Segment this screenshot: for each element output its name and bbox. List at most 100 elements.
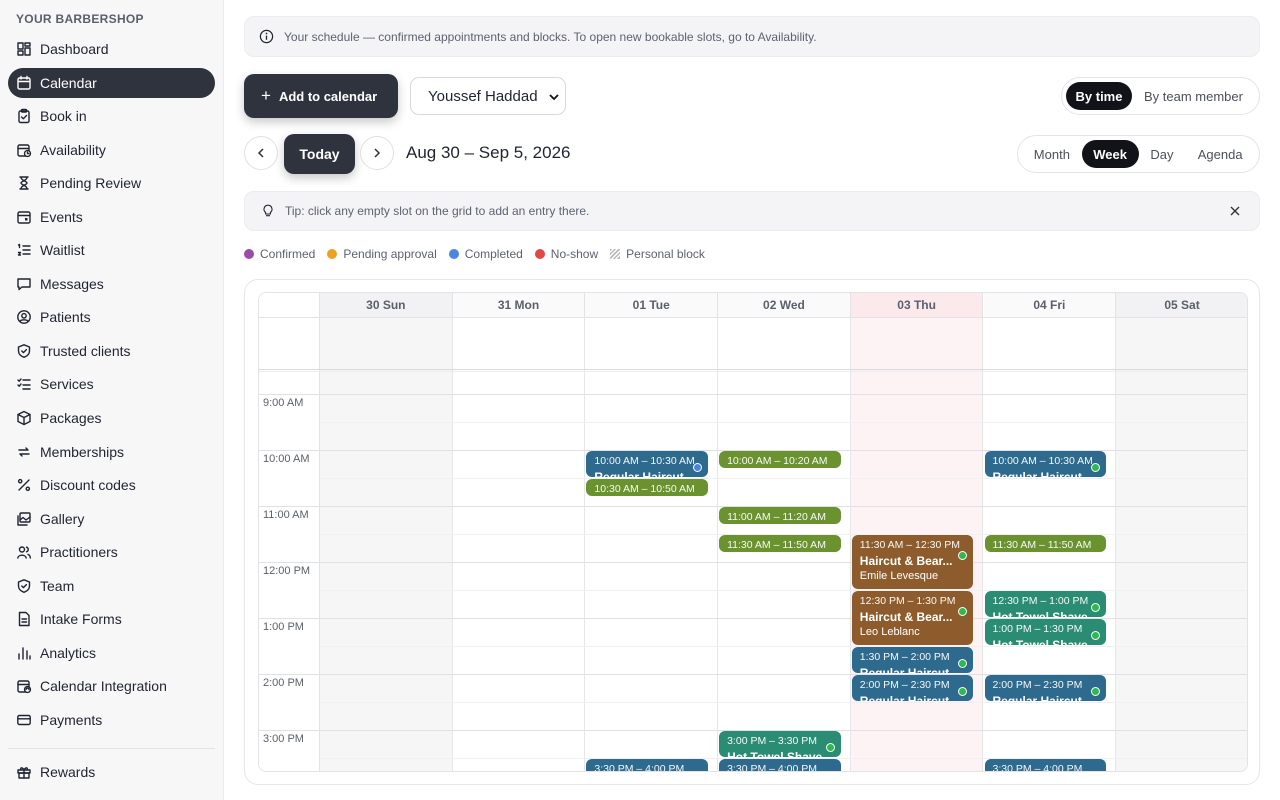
appointment-block[interactable]: 3:30 PM – 4:00 PM <box>719 759 841 771</box>
tab-month[interactable]: Month <box>1022 140 1082 168</box>
appointment-service: Hot Towel Shave <box>992 610 1088 617</box>
sidebar-item-team[interactable]: Team <box>8 571 215 601</box>
time-label: 10:00 AM <box>263 453 310 465</box>
calendar-event-icon <box>17 211 31 224</box>
day-column[interactable] <box>452 293 586 771</box>
appointment-time: 11:30 AM – 11:50 AM <box>727 539 826 551</box>
sidebar-item-label: Analytics <box>40 644 97 661</box>
appointment-block[interactable]: 12:30 PM – 1:30 PM Haircut & Bear... Leo L… <box>851 591 974 645</box>
sidebar-item-packages[interactable]: Packages <box>8 403 215 433</box>
sidebar-item-events[interactable]: Events <box>8 202 215 232</box>
tab-week[interactable]: Week <box>1081 140 1139 168</box>
sidebar-item-discount-codes[interactable]: Discount codes <box>8 470 215 500</box>
sidebar-item-book-in[interactable]: Book in <box>8 101 215 131</box>
sidebar-item-patients[interactable]: Patients <box>8 302 215 332</box>
sidebar-item-services[interactable]: Services <box>8 369 215 399</box>
day-column[interactable] <box>320 293 453 771</box>
sidebar-item-calendar-integration[interactable]: Calendar Integration <box>8 671 215 701</box>
checklist-icon <box>17 378 31 391</box>
appointment-time: 12:30 PM – 1:00 PM <box>992 595 1089 607</box>
day-column[interactable] <box>718 293 851 771</box>
appointment-block[interactable]: 2:00 PM – 2:30 PM Regular Haircut <box>851 675 974 701</box>
appointment-time: 3:30 PM – 4:00 PM <box>594 763 685 772</box>
day-header: 03 Thu <box>850 293 984 317</box>
sidebar-item-dashboard[interactable]: Dashboard <box>8 34 215 64</box>
grid-line <box>259 562 1247 563</box>
sidebar-item-label: Events <box>40 208 83 225</box>
time-label: 1:00 PM <box>263 621 304 633</box>
appointment-block[interactable]: 10:00 AM – 10:30 AM Regular Haircut <box>586 451 709 477</box>
appointment-block[interactable]: 11:30 AM – 12:30 PM Haircut & Bear... Emil… <box>851 535 974 589</box>
tip-text: Tip: click any empty slot on the grid to… <box>285 204 590 218</box>
sidebar-item-label: Dashboard <box>40 41 109 57</box>
day-column[interactable] <box>1116 293 1247 771</box>
team-member-select[interactable]: Youssef Haddad <box>410 77 566 115</box>
appointment-block[interactable]: 10:00 AM – 10:20 AM <box>719 451 841 468</box>
time-gutter <box>259 293 320 771</box>
sidebar-item-waitlist[interactable]: Waitlist <box>8 235 215 265</box>
appointment-block[interactable]: 3:30 PM – 4:00 PM <box>984 759 1107 771</box>
day-header: 30 Sun <box>320 293 453 317</box>
appointment-block[interactable]: 11:00 AM – 11:20 AM <box>719 507 841 524</box>
tab-by-team-member[interactable]: By team member <box>1132 82 1255 110</box>
sidebar-item-messages[interactable]: Messages <box>8 269 215 299</box>
appointment-block[interactable]: 3:30 PM – 4:00 PM <box>586 759 709 772</box>
appointment-block[interactable]: 1:00 PM – 1:30 PM Hot Towel Shave <box>984 619 1107 645</box>
close-icon[interactable] <box>1228 204 1242 218</box>
legend-dot <box>327 249 338 259</box>
add-to-calendar-button[interactable]: + Add to calendar <box>244 74 398 118</box>
sidebar-item-practitioners[interactable]: Practitioners <box>8 537 215 567</box>
appointment-time: 2:00 PM – 2:30 PM <box>859 679 950 691</box>
status-dot <box>693 463 703 472</box>
appointment-block[interactable]: 11:30 AM – 11:50 AM <box>984 535 1107 552</box>
appointment-service: Regular Haircut <box>992 694 1082 701</box>
tip-banner: Tip: click any empty slot on the grid to… <box>244 191 1260 231</box>
sidebar-item-label: Packages <box>40 410 102 427</box>
sidebar-item-memberships[interactable]: Memberships <box>8 437 215 467</box>
appointment-block[interactable]: 10:00 AM – 10:30 AM Regular Haircut <box>984 451 1107 477</box>
user-circle-icon <box>17 310 31 325</box>
sidebar-item-label: Patients <box>40 309 91 326</box>
tab-day[interactable]: Day <box>1139 140 1186 168</box>
today-button[interactable]: Today <box>284 134 355 174</box>
time-label: 2:00 PM <box>263 677 304 689</box>
appointment-block[interactable]: 2:00 PM – 2:30 PM Regular Haircut <box>984 675 1107 701</box>
repeat-icon <box>18 446 30 457</box>
credit-card-icon <box>17 714 31 726</box>
appointment-block[interactable]: 11:30 AM – 11:50 AM <box>719 535 841 552</box>
grid-line <box>259 371 1247 372</box>
sidebar-item-label: Pending Review <box>40 175 142 192</box>
sidebar-item-pending-review[interactable]: Pending Review <box>8 168 215 198</box>
appointment-block[interactable]: 12:30 PM – 1:00 PM Hot Towel Shave <box>984 591 1107 617</box>
appointment-block[interactable]: 1:30 PM – 2:00 PM Regular Haircut <box>851 647 974 673</box>
previous-week-button[interactable] <box>244 136 278 170</box>
sidebar-item-rewards[interactable]: Rewards <box>8 757 215 787</box>
sidebar-item-payments[interactable]: Payments <box>8 705 215 735</box>
grid-line <box>259 317 1247 318</box>
sidebar-item-analytics[interactable]: Analytics <box>8 638 215 668</box>
tab-by-time[interactable]: By time <box>1066 82 1132 110</box>
next-week-button[interactable] <box>360 136 394 170</box>
sidebar-item-availability[interactable]: Availability <box>8 135 215 165</box>
grid-line <box>320 590 1247 591</box>
sidebar-item-trusted-clients[interactable]: Trusted clients <box>8 336 215 366</box>
chevron-left-icon <box>257 148 264 158</box>
appointment-time: 10:00 AM – 10:30 AM <box>992 455 1093 467</box>
add-to-calendar-label: Add to calendar <box>278 88 378 104</box>
appointment-block[interactable]: 3:00 PM – 3:30 PM Hot Towel Shave <box>719 731 841 757</box>
day-column[interactable] <box>585 293 719 771</box>
appointment-block[interactable]: 10:30 AM – 10:50 AM <box>586 479 709 496</box>
sidebar-item-calendar[interactable]: Calendar <box>8 67 215 98</box>
week-calendar-grid: 30 Sun 31 Mon 01 Tue 02 Wed 03 Thu 04 Fri 05 S… <box>258 292 1248 772</box>
time-label: 9:00 AM <box>263 397 304 409</box>
calendar-sync-icon <box>17 680 32 694</box>
day-header: 05 Sat <box>1116 293 1247 317</box>
time-label: 11:00 AM <box>263 509 309 521</box>
grid-line <box>259 369 1247 370</box>
range-mode-toggle: Month Week Day Agenda <box>1017 135 1260 173</box>
info-banner-text: Your schedule — confirmed appointments a… <box>284 29 817 44</box>
sidebar: YOUR BARBERSHOP Dashboard Calendar Book in… <box>0 0 224 800</box>
sidebar-item-intake-forms[interactable]: Intake Forms <box>8 604 215 634</box>
tab-agenda[interactable]: Agenda <box>1185 140 1255 168</box>
sidebar-item-gallery[interactable]: Gallery <box>8 504 215 534</box>
